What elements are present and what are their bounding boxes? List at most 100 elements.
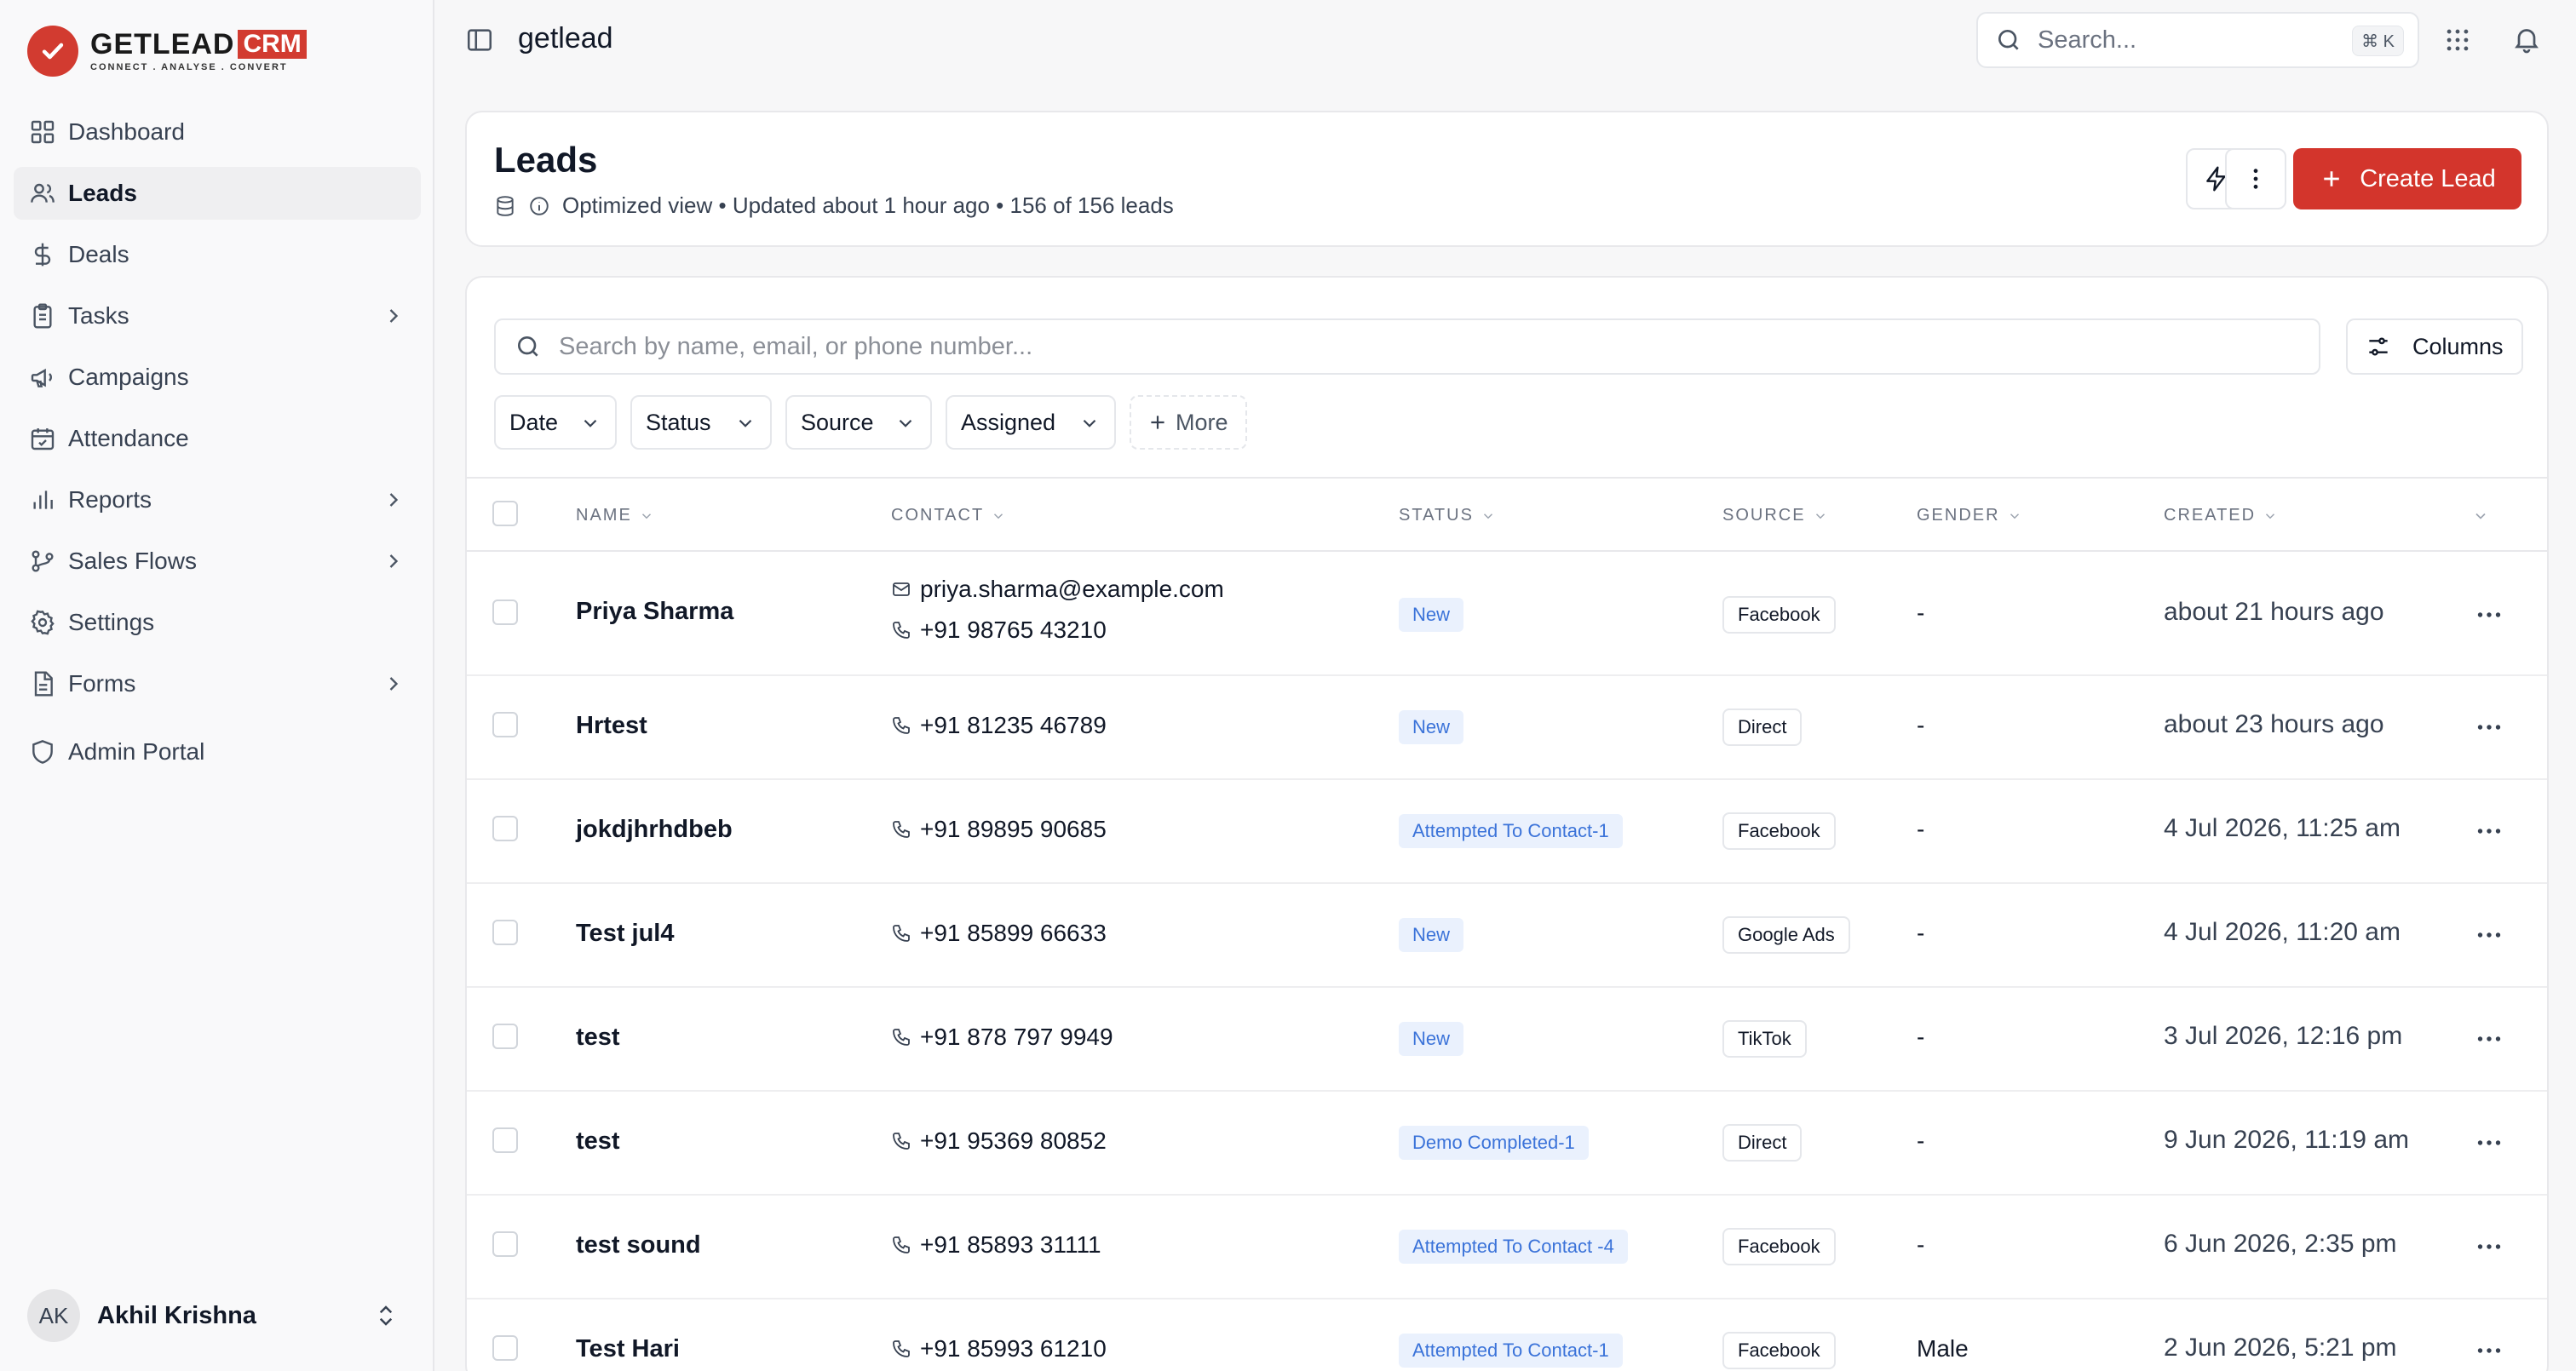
clipboard-icon [29, 302, 56, 330]
source-badge: Facebook [1722, 1228, 1836, 1265]
lead-name[interactable]: jokdjhrhdbeb [576, 816, 733, 844]
sidebar-item-campaigns[interactable]: Campaigns [14, 351, 421, 404]
column-header-source[interactable]: SOURCE [1722, 506, 1828, 525]
create-lead-button[interactable]: Create Lead [2293, 148, 2521, 209]
lead-name[interactable]: Priya Sharma [576, 598, 733, 626]
info-icon[interactable] [528, 195, 550, 217]
sidebar-item-sales-flows[interactable]: Sales Flows [14, 535, 421, 588]
sidebar-item-dashboard[interactable]: Dashboard [14, 106, 421, 158]
sidebar-item-settings[interactable]: Settings [14, 596, 421, 649]
row-actions-icon[interactable] [2474, 599, 2504, 630]
column-header-created[interactable]: CREATED [2164, 506, 2278, 525]
row-actions-icon[interactable] [2474, 712, 2504, 743]
megaphone-icon [29, 364, 56, 391]
chevron-down-icon [639, 508, 654, 524]
chevron-down-icon [1813, 508, 1828, 524]
sidebar-item-attendance[interactable]: Attendance [14, 412, 421, 465]
contact-phone[interactable]: +91 95369 80852 [891, 1127, 1107, 1155]
contact-phone[interactable]: +91 98765 43210 [891, 617, 1107, 644]
contact-phone-text: +91 95369 80852 [920, 1127, 1107, 1154]
sidebar-item-label: Attendance [68, 425, 189, 451]
column-header-label: CONTACT [891, 506, 985, 525]
contact-phone[interactable]: +91 878 797 9949 [891, 1024, 1113, 1051]
table-row[interactable]: Test Hari +91 85993 61210 Attempted To C… [467, 1299, 2547, 1371]
row-actions-icon[interactable] [2474, 1127, 2504, 1158]
bell-icon[interactable] [2511, 24, 2542, 54]
table-row[interactable]: test sound +91 85893 31111 Attempted To … [467, 1196, 2547, 1299]
contact-phone[interactable]: +91 85893 31111 [891, 1231, 1101, 1259]
search-icon [1995, 26, 2022, 54]
table-row[interactable]: test +91 95369 80852 Demo Completed-1 Di… [467, 1092, 2547, 1196]
column-header-label: STATUS [1399, 506, 1474, 525]
sidebar-item-reports[interactable]: Reports [14, 473, 421, 526]
sidebar-toggle-icon[interactable] [465, 26, 494, 54]
created-value: 3 Jul 2026, 12:16 pm [2164, 1022, 2403, 1050]
lead-search-input[interactable]: Search by name, email, or phone number..… [494, 318, 2320, 375]
row-actions-icon[interactable] [2474, 1024, 2504, 1054]
filter-assigned[interactable]: Assigned [946, 395, 1116, 450]
lead-name[interactable]: test [576, 1127, 620, 1156]
lead-name[interactable]: Test jul4 [576, 920, 675, 948]
sidebar-item-label: Tasks [68, 302, 129, 329]
breadcrumb[interactable]: getlead [518, 22, 613, 55]
row-checkbox[interactable] [492, 1127, 518, 1153]
columns-button[interactable]: Columns [2346, 318, 2523, 375]
row-checkbox[interactable] [492, 1024, 518, 1049]
contact-phone[interactable]: +91 89895 90685 [891, 816, 1107, 843]
source-badge: TikTok [1722, 1020, 1807, 1058]
row-checkbox[interactable] [492, 816, 518, 841]
column-header-status[interactable]: STATUS [1399, 506, 1496, 525]
more-actions-button[interactable] [2225, 148, 2286, 209]
lead-name[interactable]: test sound [576, 1231, 701, 1259]
user-menu[interactable]: AK Akhil Krishna [14, 1286, 421, 1345]
contact-phone[interactable]: +91 85899 66633 [891, 920, 1107, 947]
table-row[interactable]: test +91 878 797 9949 New TikTok - 3 Jul… [467, 988, 2547, 1092]
row-checkbox[interactable] [492, 712, 518, 737]
row-checkbox[interactable] [492, 1335, 518, 1361]
select-all-checkbox[interactable] [492, 501, 518, 526]
mail-icon [891, 579, 911, 599]
row-actions-icon[interactable] [2474, 1335, 2504, 1366]
sidebar-item-tasks[interactable]: Tasks [14, 290, 421, 342]
filter-source[interactable]: Source [785, 395, 932, 450]
sidebar-item-deals[interactable]: Deals [14, 228, 421, 281]
lead-name[interactable]: Test Hari [576, 1335, 680, 1363]
contact-phone-text: +91 85893 31111 [920, 1231, 1101, 1258]
source-badge: Facebook [1722, 596, 1836, 634]
column-header-contact[interactable]: CONTACT [891, 506, 1006, 525]
column-menu-icon[interactable] [2472, 508, 2489, 525]
brand-logo[interactable]: GETLEAD CRM CONNECT . ANALYSE . CONVERT [27, 26, 307, 77]
contact-email[interactable]: priya.sharma@example.com [891, 576, 1224, 603]
filter-date[interactable]: Date [494, 395, 617, 450]
page-header: Leads Optimized view • Updated about 1 h… [465, 111, 2549, 247]
created-value: about 23 hours ago [2164, 710, 2384, 738]
global-search-input[interactable]: Search... ⌘ K [1976, 12, 2419, 68]
lead-name[interactable]: Hrtest [576, 712, 647, 740]
column-header-name[interactable]: NAME [576, 506, 654, 525]
chevrons-up-down-icon[interactable] [373, 1303, 399, 1328]
apps-grid-icon[interactable] [2443, 26, 2472, 54]
contact-phone[interactable]: +91 81235 46789 [891, 712, 1107, 739]
lead-name[interactable]: test [576, 1024, 620, 1052]
table-row[interactable]: jokdjhrhdbeb +91 89895 90685 Attempted T… [467, 780, 2547, 884]
row-checkbox[interactable] [492, 1231, 518, 1257]
sidebar-item-label: Dashboard [68, 118, 185, 145]
chevron-down-icon [894, 412, 917, 434]
more-filters-button[interactable]: More [1130, 395, 1247, 450]
row-actions-icon[interactable] [2474, 920, 2504, 950]
contact-phone[interactable]: +91 85993 61210 [891, 1335, 1107, 1362]
column-header-gender[interactable]: GENDER [1917, 506, 2022, 525]
source-badge: Google Ads [1722, 916, 1850, 954]
sidebar-item-leads[interactable]: Leads [14, 167, 421, 220]
table-row[interactable]: Priya Sharma priya.sharma@example.com +9… [467, 552, 2547, 676]
table-row[interactable]: Hrtest +91 81235 46789 New Direct - abou… [467, 676, 2547, 780]
table-row[interactable]: Test jul4 +91 85899 66633 New Google Ads… [467, 884, 2547, 988]
leads-table-card: Search by name, email, or phone number..… [465, 276, 2549, 1371]
row-checkbox[interactable] [492, 599, 518, 625]
filter-status[interactable]: Status [630, 395, 772, 450]
sidebar-item-forms[interactable]: Forms [14, 657, 421, 710]
row-checkbox[interactable] [492, 920, 518, 945]
row-actions-icon[interactable] [2474, 816, 2504, 846]
sidebar-item-admin-portal[interactable]: Admin Portal [14, 726, 421, 778]
row-actions-icon[interactable] [2474, 1231, 2504, 1262]
